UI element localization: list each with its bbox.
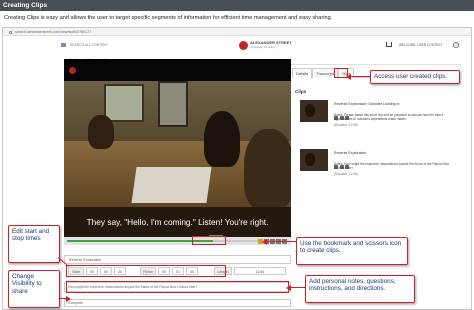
visibility-select[interactable]: Everyone — [64, 299, 291, 307]
callout-bookmark: Use the bookmark and scissors icon to cr… — [296, 237, 408, 265]
bookmark-scissors-highlight — [192, 236, 226, 245]
logo-line1: ALEXANDER STREET — [250, 40, 292, 45]
lock-icon — [9, 30, 12, 34]
video-logo-icon — [69, 67, 76, 74]
arrow-line — [290, 287, 306, 289]
progress-bar[interactable] — [67, 240, 282, 242]
video-frame-window — [104, 84, 144, 122]
page-subtitle: Creating Clips is easy and allows the us… — [4, 15, 333, 21]
video-controls — [64, 237, 291, 245]
arrow-head — [262, 239, 267, 245]
video-frame-person-2 — [204, 111, 240, 167]
screenshot-root: Creating Clips Creating Clips is easy an… — [0, 0, 474, 310]
notes-highlight — [66, 281, 289, 293]
length-value: 11:56 — [234, 267, 286, 275]
clip-thumbnail[interactable] — [300, 100, 328, 122]
logo-line2: a ProQuest Company — [250, 45, 275, 49]
video-top-band — [64, 59, 291, 81]
callout-change-visibility: Change Visibility to share — [8, 270, 60, 308]
search-all-content-link[interactable]: SEARCH ALL CONTENT — [61, 43, 109, 48]
address-bar[interactable]: search.alexanderstreet.com/view/work/278… — [3, 28, 471, 36]
url-text: search.alexanderstreet.com/view/work/278… — [15, 30, 92, 34]
time-fields-highlight — [66, 265, 226, 277]
arrow-head — [66, 296, 71, 302]
callout-edit-times: Edit start and stop times — [8, 225, 60, 263]
arrow-line — [349, 76, 371, 78]
clip-duration: (Duration: 11:56) — [334, 172, 358, 176]
callout-personal-notes: Add personal notes, questions, instructi… — [305, 275, 415, 303]
callout-access-clips: Access user created clips. — [370, 70, 460, 84]
video-frame-window-2 — [158, 81, 188, 127]
clip-title[interactable]: Reverse Exploration — [334, 151, 366, 155]
clip-notes: Notes: How might the explorers' observat… — [334, 162, 449, 170]
welcome-menu[interactable]: WELCOME, USER CONTENT — [399, 43, 442, 47]
help-icon[interactable]: ? — [453, 42, 459, 48]
tab-details[interactable]: Details — [292, 68, 312, 78]
search-link-label: SEARCH ALL CONTENT — [69, 43, 109, 47]
clip-notes: Notes: Please watch this short clip and … — [334, 113, 444, 121]
video-caption: They say, "Hello, I'm coming." Listen! Y… — [86, 217, 269, 227]
clip-duration: (Duration: 11:56) — [334, 123, 358, 127]
arrow-line — [266, 241, 296, 243]
clip-thumbnail[interactable] — [300, 149, 328, 171]
clip-item[interactable]: Reverse Exploration Notes: How might the… — [300, 141, 458, 185]
clip-title[interactable]: Reverse Exploration: Outsider Looking In — [334, 102, 400, 106]
clip-item[interactable]: Reverse Exploration: Outsider Looking In… — [300, 92, 458, 136]
arrow-head — [346, 74, 351, 80]
video-frame-person-1 — [88, 115, 114, 149]
video-player[interactable]: They say, "Hello, I'm coming." Listen! Y… — [64, 59, 291, 237]
cart-icon[interactable] — [386, 42, 392, 47]
alexander-street-logo-icon[interactable] — [239, 41, 248, 50]
clip-title-input[interactable]: Reverse Exploration — [64, 255, 291, 264]
video-frame-person-3 — [244, 129, 291, 209]
arrow-head — [286, 285, 291, 291]
page-title: Creating Clips — [0, 0, 474, 11]
search-icon — [61, 43, 66, 48]
logo-text: ALEXANDER STREET a ProQuest Company — [250, 40, 292, 50]
video-frame-paper — [131, 167, 212, 203]
